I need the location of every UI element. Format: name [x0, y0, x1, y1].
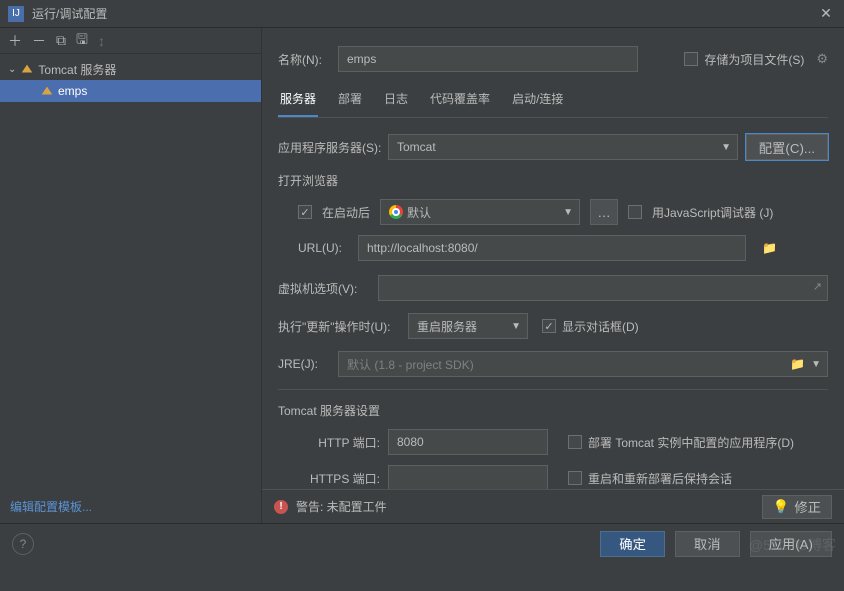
bulb-icon: 💡	[773, 499, 790, 515]
gear-icon[interactable]: ⚙	[816, 51, 828, 67]
caret-down-icon: ▼	[811, 359, 821, 370]
edit-templates-link[interactable]: 编辑配置模板...	[0, 490, 261, 523]
open-browser-title: 打开浏览器	[278, 172, 828, 189]
on-update-select[interactable]: 重启服务器 ▼	[408, 313, 528, 339]
app-icon: IJ	[8, 6, 24, 22]
browser-more-button[interactable]: …	[590, 199, 618, 225]
http-port-input[interactable]	[388, 429, 548, 455]
store-as-file-label: 存储为项目文件(S)	[704, 51, 804, 68]
tab-deployment[interactable]: 部署	[336, 86, 364, 117]
tomcat-settings-title: Tomcat 服务器设置	[278, 402, 828, 419]
after-launch-label: 在启动后	[322, 204, 370, 221]
add-icon[interactable]: ＋	[8, 31, 22, 51]
chevron-down-icon: ⌄	[8, 64, 16, 75]
copy-icon[interactable]: ⧉	[56, 32, 66, 49]
warning-icon: !	[274, 500, 288, 514]
expand-icon[interactable]: ↗	[813, 280, 822, 293]
tree-root-tomcat[interactable]: ⌄ Tomcat 服务器	[0, 58, 261, 80]
browser-value: 默认	[407, 204, 431, 221]
folder-icon[interactable]: 📁	[762, 241, 777, 255]
sidebar: ＋ － ⧉ 🖫 ↕ ⌄ Tomcat 服务器 emps 编辑配置模板...	[0, 28, 262, 523]
fix-button[interactable]: 💡 修正	[762, 495, 832, 519]
content-panel: 名称(N): 存储为项目文件(S) ⚙ 服务器 部署 日志 代码覆盖率 启动/连…	[262, 28, 844, 523]
js-debugger-checkbox[interactable]	[628, 205, 642, 219]
jre-label: JRE(J):	[278, 357, 338, 371]
after-launch-checkbox[interactable]	[298, 205, 312, 219]
name-label: 名称(N):	[278, 51, 338, 68]
preserve-sessions-checkbox[interactable]	[568, 471, 582, 485]
app-server-select[interactable]: Tomcat ▼	[388, 134, 738, 160]
url-label: URL(U):	[298, 241, 348, 255]
tree-item-label: emps	[58, 84, 87, 98]
show-dialog-checkbox[interactable]	[542, 319, 556, 333]
preserve-sessions-label: 重启和重新部署后保持会话	[588, 470, 732, 487]
http-port-label: HTTP 端口:	[298, 434, 388, 451]
on-update-label: 执行"更新"操作时(U):	[278, 318, 408, 335]
url-input[interactable]	[358, 235, 746, 261]
warning-bar: ! 警告: 未配置工件 💡 修正	[262, 489, 844, 523]
tabs: 服务器 部署 日志 代码覆盖率 启动/连接	[278, 86, 828, 118]
tomcat-icon	[20, 62, 34, 76]
show-dialog-label: 显示对话框(D)	[562, 318, 639, 335]
ok-button[interactable]: 确定	[600, 531, 665, 557]
tree-root-label: Tomcat 服务器	[38, 61, 116, 78]
vm-options-label: 虚拟机选项(V):	[278, 280, 378, 297]
caret-down-icon: ▼	[563, 207, 573, 218]
cancel-button[interactable]: 取消	[675, 531, 740, 557]
window-title: 运行/调试配置	[32, 5, 816, 22]
store-as-file-checkbox[interactable]	[684, 52, 698, 66]
remove-icon[interactable]: －	[32, 31, 46, 51]
tree-item-emps[interactable]: emps	[0, 80, 261, 102]
titlebar: IJ 运行/调试配置 ✕	[0, 0, 844, 28]
tab-coverage[interactable]: 代码覆盖率	[428, 86, 492, 117]
https-port-label: HTTPS 端口:	[298, 470, 388, 487]
caret-down-icon: ▼	[721, 142, 731, 153]
deploy-instance-checkbox[interactable]	[568, 435, 582, 449]
config-tree: ⌄ Tomcat 服务器 emps	[0, 54, 261, 490]
jre-placeholder: 默认 (1.8 - project SDK)	[347, 356, 474, 373]
browser-select[interactable]: 默认 ▼	[380, 199, 580, 225]
caret-down-icon: ▼	[511, 321, 521, 332]
watermark: @51CTO博客	[749, 535, 836, 555]
fix-label: 修正	[794, 497, 821, 516]
jre-select[interactable]: 默认 (1.8 - project SDK) 📁 ▼	[338, 351, 828, 377]
warning-text: 警告: 未配置工件	[296, 498, 387, 515]
tomcat-icon	[40, 84, 54, 98]
tab-startup[interactable]: 启动/连接	[510, 86, 565, 117]
help-button[interactable]: ?	[12, 533, 34, 555]
close-icon[interactable]: ✕	[816, 5, 836, 22]
dialog-footer: ? 确定 取消 应用(A)	[0, 523, 844, 563]
folder-icon[interactable]: 📁	[790, 357, 805, 371]
configure-button[interactable]: 配置(C)...	[746, 134, 828, 160]
save-icon[interactable]: 🖫	[76, 29, 88, 53]
tab-logs[interactable]: 日志	[382, 86, 410, 117]
sort-icon[interactable]: ↕	[98, 33, 105, 49]
name-input[interactable]	[338, 46, 638, 72]
vm-options-input[interactable]	[378, 275, 828, 301]
https-port-input[interactable]	[388, 465, 548, 491]
on-update-value: 重启服务器	[417, 318, 477, 335]
tab-server[interactable]: 服务器	[278, 86, 318, 117]
deploy-instance-label: 部署 Tomcat 实例中配置的应用程序(D)	[588, 434, 794, 451]
chrome-icon	[389, 205, 403, 219]
app-server-value: Tomcat	[397, 140, 436, 154]
js-debugger-label: 用JavaScript调试器 (J)	[652, 204, 773, 221]
app-server-label: 应用程序服务器(S):	[278, 139, 388, 156]
sidebar-toolbar: ＋ － ⧉ 🖫 ↕	[0, 28, 261, 54]
